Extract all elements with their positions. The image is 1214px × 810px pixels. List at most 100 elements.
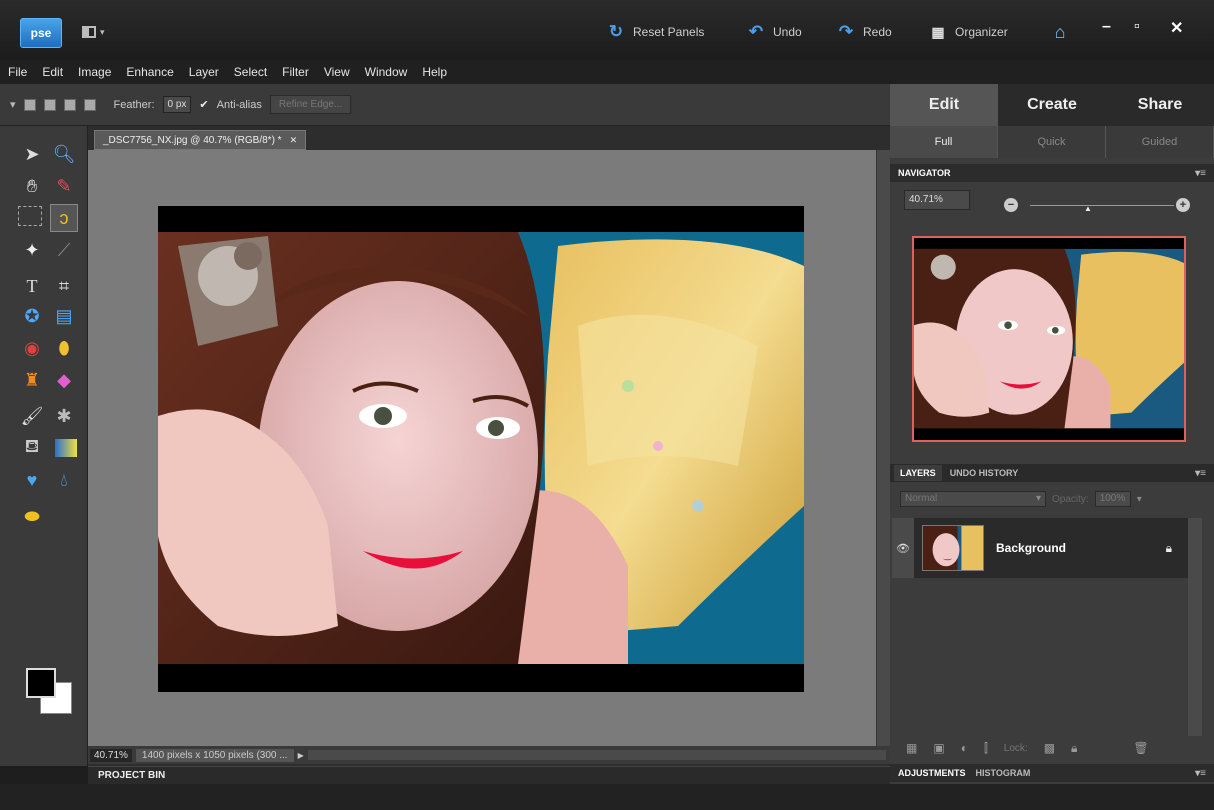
tab-layers[interactable]: LAYERS — [894, 465, 942, 481]
tool-preset-chevron-icon[interactable]: ▾ — [10, 98, 16, 111]
document-info[interactable]: 1400 pixels x 1050 pixels (300 ... — [135, 748, 294, 762]
new-layer-icon[interactable]: ▦ — [906, 741, 917, 755]
menu-layer[interactable]: Layer — [189, 65, 219, 79]
vertical-scrollbar[interactable] — [876, 150, 890, 746]
organizer-button[interactable]: ▦ Organizer — [928, 20, 1007, 44]
intersect-selection-icon[interactable] — [83, 98, 96, 111]
blur-tool-icon[interactable]: 💧︎ — [50, 466, 78, 494]
menu-window[interactable]: Window — [365, 65, 408, 79]
tab-create[interactable]: Create — [998, 84, 1106, 126]
hand-tool-icon[interactable]: ✋︎ — [18, 172, 46, 200]
smart-brush-tool-icon[interactable]: ✱ — [50, 402, 78, 430]
paint-bucket-tool-icon[interactable]: ⛾ — [18, 434, 46, 462]
eye-icon[interactable]: 👁︎ — [892, 518, 914, 578]
zoom-slider-thumb[interactable]: ▲ — [1084, 204, 1092, 213]
shape-tool-icon[interactable]: ♥ — [18, 466, 46, 494]
crop-tool-icon[interactable]: ⌗ — [50, 272, 78, 300]
blend-mode-select[interactable]: Normal ▾ — [900, 491, 1046, 507]
menu-enhance[interactable]: Enhance — [126, 65, 173, 79]
zoom-readout[interactable]: 40.71% — [90, 748, 132, 762]
add-selection-icon[interactable] — [43, 98, 56, 111]
foreground-color-swatch[interactable] — [26, 668, 56, 698]
subtab-full[interactable]: Full — [890, 126, 998, 158]
tab-edit[interactable]: Edit — [890, 84, 998, 126]
link-icon[interactable]: ⫿ — [984, 741, 988, 756]
right-panel: Edit Create Share Full Quick Guided NAVI… — [890, 84, 1214, 784]
feather-label: Feather: — [113, 98, 155, 111]
redo-button[interactable]: ↷ Redo — [836, 20, 892, 44]
menu-select[interactable]: Select — [234, 65, 267, 79]
minimize-button[interactable]: – — [1102, 18, 1111, 36]
menu-help[interactable]: Help — [422, 65, 447, 79]
new-selection-icon[interactable] — [23, 98, 36, 111]
brush-tool-icon[interactable]: 🖌︎ — [18, 402, 46, 430]
photo-canvas[interactable] — [158, 206, 804, 692]
navigator-preview[interactable] — [912, 236, 1186, 442]
info-menu-arrow-icon[interactable]: ▶ — [298, 751, 304, 760]
cookie-cutter-tool-icon[interactable]: ✪ — [18, 302, 46, 330]
canvas-background[interactable] — [88, 150, 876, 746]
menu-image[interactable]: Image — [78, 65, 111, 79]
navigator-zoom-field[interactable]: 40.71% — [904, 190, 970, 210]
marquee-tool-icon[interactable] — [18, 206, 42, 226]
layer-row-background[interactable]: 👁︎ Background 🔒︎ — [892, 518, 1188, 578]
sponge-tool-icon[interactable]: ⬬ — [18, 502, 46, 530]
subtab-guided[interactable]: Guided — [1106, 126, 1214, 158]
lock-all-icon[interactable]: 🔒︎ — [1071, 741, 1077, 756]
subtract-selection-icon[interactable] — [63, 98, 76, 111]
gradient-tool-icon[interactable] — [55, 439, 77, 457]
menu-file[interactable]: File — [8, 65, 27, 79]
type-tool-icon[interactable]: T — [18, 272, 46, 300]
layer-name: Background — [996, 541, 1067, 555]
menu-view[interactable]: View — [324, 65, 350, 79]
menu-edit[interactable]: Edit — [42, 65, 63, 79]
tab-adjustments[interactable]: ADJUSTMENTS — [898, 768, 966, 778]
close-tab-icon[interactable]: ✕ — [290, 135, 298, 146]
move-tool-icon[interactable]: ➤ — [18, 140, 46, 168]
panel-menu-icon[interactable]: ▾≡ — [1195, 168, 1206, 179]
clone-stamp-tool-icon[interactable]: ♜ — [18, 366, 46, 394]
undo-arrow-icon: ↶ — [748, 22, 764, 41]
color-swatches[interactable] — [24, 666, 76, 718]
layers-menu-icon[interactable]: ▾≡ — [1195, 468, 1206, 479]
anti-alias-checkbox[interactable]: ✔ — [199, 98, 208, 111]
healing-brush-tool-icon[interactable]: ⬮ — [50, 334, 78, 362]
restore-button[interactable]: ▫ — [1134, 18, 1140, 36]
recompose-tool-icon[interactable]: ▤ — [50, 302, 78, 330]
magic-wand-tool-icon[interactable]: ✦ — [18, 236, 46, 264]
project-bin-label: PROJECT BIN — [98, 770, 166, 781]
refine-edge-button[interactable]: Refine Edge... — [269, 95, 352, 114]
layers-scrollbar[interactable] — [1188, 518, 1202, 736]
quick-selection-tool-icon[interactable]: ⟋ — [50, 236, 78, 264]
close-button[interactable]: ✕ — [1170, 18, 1183, 38]
trash-icon[interactable]: 🗑︎ — [1133, 741, 1148, 755]
lock-transparency-icon[interactable]: ▩ — [1044, 741, 1055, 755]
home-icon: ⌂ — [1054, 22, 1066, 42]
red-eye-tool-icon[interactable]: ◉ — [18, 334, 46, 362]
tab-histogram[interactable]: HISTOGRAM — [976, 768, 1031, 778]
menu-filter[interactable]: Filter — [282, 65, 309, 79]
document-tab[interactable]: _DSC7756_NX.jpg @ 40.7% (RGB/8*) * ✕ — [94, 130, 307, 150]
adjustment-layer-icon[interactable]: ◐ — [961, 741, 968, 755]
feather-input[interactable]: 0 px — [162, 96, 192, 113]
zoom-tool-icon[interactable]: 🔍︎ — [50, 140, 78, 168]
zoom-out-icon[interactable]: − — [1004, 198, 1018, 212]
eyedropper-tool-icon[interactable]: ✎ — [50, 172, 78, 200]
opacity-input[interactable]: 100% — [1094, 491, 1131, 507]
tab-share[interactable]: Share — [1106, 84, 1214, 126]
eraser-tool-icon[interactable]: ◆ — [50, 366, 78, 394]
horizontal-scrollbar[interactable] — [307, 750, 886, 760]
project-bin-header[interactable]: PROJECT BIN — [88, 766, 890, 784]
tab-undo-history[interactable]: UNDO HISTORY — [950, 468, 1019, 478]
workspace-menu-button[interactable]: ▾ — [82, 24, 122, 40]
zoom-in-icon[interactable]: + — [1176, 198, 1190, 212]
home-button[interactable]: ⌂ — [1050, 20, 1070, 44]
undo-button[interactable]: ↶ Undo — [746, 20, 802, 44]
reset-panels-button[interactable]: ↻ Reset Panels — [606, 20, 705, 44]
new-group-icon[interactable]: ▣ — [933, 741, 944, 755]
subtab-quick[interactable]: Quick — [998, 126, 1106, 158]
adjustments-menu-icon[interactable]: ▾≡ — [1195, 768, 1206, 779]
navigator-zoom-slider[interactable] — [1030, 205, 1174, 206]
lasso-tool-icon[interactable]: ↄ — [50, 204, 78, 232]
opacity-chevron-icon[interactable]: ▾ — [1137, 494, 1142, 505]
